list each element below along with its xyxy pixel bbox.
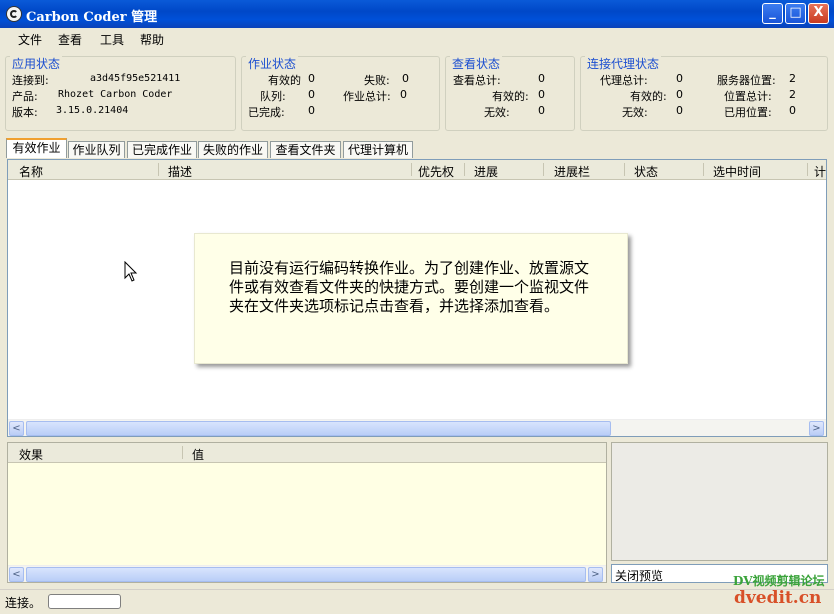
server-pos-label: 服务器位置: [717,74,776,87]
proxy-total-label: 代理总计: [600,74,648,87]
app-status-group: 应用状态 连接到: a3d45f95e521411 产品: Rhozet Car… [5,55,236,131]
product-value: Rhozet Carbon Coder [58,89,173,100]
tab-watch-folders[interactable]: 查看文件夹 [270,141,341,158]
scroll-thumb[interactable] [26,421,611,436]
product-label: 产品: [12,90,38,103]
connected-label: 连接到: [12,74,49,87]
col-value[interactable]: 值 [192,446,204,463]
job-total-label: 作业总计: [343,90,391,103]
effects-panel[interactable]: 效果 值 < > [7,442,607,583]
watch-total-value: 0 [538,72,545,85]
app-icon[interactable] [6,6,22,22]
effects-hscrollbar[interactable]: < > [8,565,606,582]
col-description[interactable]: 描述 [168,163,192,180]
preview-area [611,442,828,561]
proxy-valid-value: 0 [676,88,683,101]
tab-completed-jobs[interactable]: 已完成作业 [127,141,197,158]
proxy-status-group: 连接代理状态 代理总计: 0 有效的: 0 无效: 0 服务器位置: 2 位置总… [580,55,828,131]
menu-help[interactable]: 帮助 [140,31,164,48]
mouse-cursor-icon [124,261,138,282]
watermark-line2: dvedit.cn [734,588,822,608]
col-progress[interactable]: 进展 [474,163,498,180]
col-name[interactable]: 名称 [19,163,43,180]
tab-active-jobs[interactable]: 有效作业 [6,138,67,158]
proxy-total-value: 0 [676,72,683,85]
tab-proxy-computers[interactable]: 代理计算机 [343,141,413,158]
effects-scroll-left[interactable]: < [9,567,24,582]
close-button[interactable]: X [808,3,829,24]
status-progress-bar [48,594,121,609]
used-pos-value: 0 [789,104,796,117]
window-title: Carbon Coder 管理 [26,10,158,25]
col-priority[interactable]: 优先权 [418,163,454,180]
watch-status-group: 查看状态 查看总计: 0 有效的: 0 无效: 0 [445,55,575,131]
status-bar: 连接。 [0,589,834,614]
job-status-title: 作业状态 [246,55,299,72]
job-status-group: 作业状态 有效的 0 失败: 0 队列: 0 作业总计: 0 已完成: 0 [241,55,440,131]
scroll-right-button[interactable]: > [809,421,824,436]
empty-state-message: 目前没有运行编码转换作业。为了创建作业、放置源文件或有效查看文件夹的快捷方式。要… [229,259,590,315]
maximize-button[interactable]: □ [785,3,806,24]
empty-state-note: 目前没有运行编码转换作业。为了创建作业、放置源文件或有效查看文件夹的快捷方式。要… [194,233,628,364]
col-selected-time[interactable]: 选中时间 [713,163,761,180]
title-bar: Carbon Coder 管理 _ □ X [0,0,834,28]
watch-valid-value: 0 [538,88,545,101]
jobs-hscrollbar[interactable]: < > [8,419,826,436]
job-failed-label: 失败: [364,74,390,87]
tab-strip: 有效作业 作业队列 已完成作业 失败的作业 查看文件夹 代理计算机 [0,138,834,160]
close-preview-label: 关闭预览 [615,569,664,583]
status-area: 应用状态 连接到: a3d45f95e521411 产品: Rhozet Car… [0,50,834,138]
job-queue-value: 0 [308,88,315,101]
used-pos-label: 已用位置: [724,106,772,119]
job-valid-label: 有效的 [268,74,301,87]
proxy-valid-label: 有效的: [630,90,667,103]
menu-tools[interactable]: 工具 [100,31,124,48]
watch-invalid-label: 无效: [484,106,510,119]
version-value: 3.15.0.21404 [56,105,129,116]
job-done-label: 已完成: [248,106,285,119]
version-label: 版本: [12,106,38,119]
minimize-button[interactable]: _ [762,3,783,24]
col-calc[interactable]: 计 [814,163,826,180]
pos-total-value: 2 [789,88,796,101]
tab-job-queue[interactable]: 作业队列 [68,141,125,158]
watch-total-label: 查看总计: [453,74,501,87]
effects-header: 效果 值 [8,443,606,463]
status-text: 连接。 [5,596,42,610]
jobs-list-header: 名称 描述 优先权 进展 进展栏 状态 选中时间 计 [8,160,826,180]
job-done-value: 0 [308,104,315,117]
watch-valid-label: 有效的: [492,90,529,103]
job-failed-value: 0 [402,72,409,85]
job-queue-label: 队列: [260,90,286,103]
col-status[interactable]: 状态 [634,163,658,180]
watch-invalid-value: 0 [538,104,545,117]
watermark-line1: DV视频剪辑论坛 [733,574,825,588]
proxy-invalid-label: 无效: [622,106,648,119]
connected-value: a3d45f95e521411 [90,73,181,84]
menu-bar: 文件 查看 工具 帮助 [0,28,834,50]
scroll-left-button[interactable]: < [9,421,24,436]
server-pos-value: 2 [789,72,796,85]
col-progress-bar[interactable]: 进展栏 [554,163,590,180]
job-valid-value: 0 [308,72,315,85]
proxy-invalid-value: 0 [676,104,683,117]
app-status-title: 应用状态 [10,55,63,72]
tab-failed-jobs[interactable]: 失败的作业 [198,141,268,158]
job-total-value: 0 [400,88,407,101]
col-effect[interactable]: 效果 [19,446,43,463]
menu-view[interactable]: 查看 [58,31,82,48]
proxy-status-title: 连接代理状态 [585,55,662,72]
effects-scroll-thumb[interactable] [26,567,586,582]
menu-file[interactable]: 文件 [18,31,42,48]
watch-status-title: 查看状态 [450,55,503,72]
pos-total-label: 位置总计: [724,90,772,103]
effects-scroll-right[interactable]: > [588,567,603,582]
